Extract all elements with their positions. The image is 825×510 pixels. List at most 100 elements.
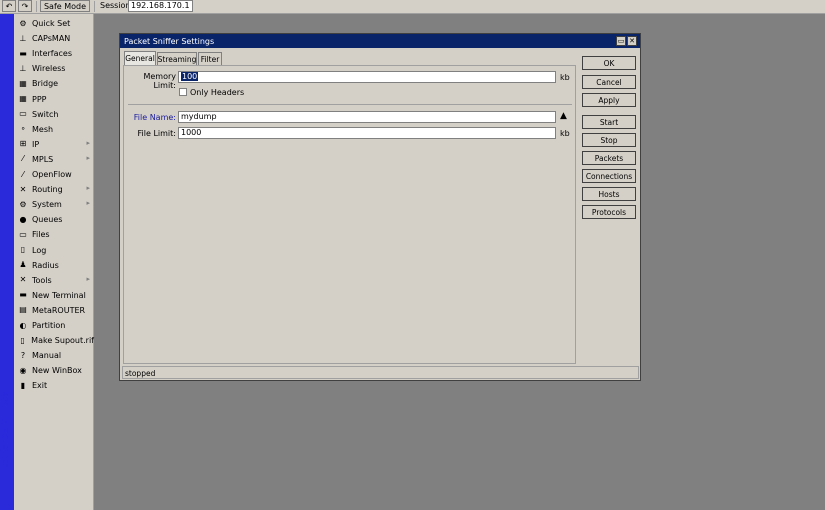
sidebar-item-mesh[interactable]: ∘ Mesh xyxy=(14,122,94,137)
sidebar-item-wireless[interactable]: ⊥ Wireless xyxy=(14,61,94,76)
wireless-icon: ⊥ xyxy=(19,63,27,73)
start-button[interactable]: Start xyxy=(582,115,636,129)
sidebar-item-radius[interactable]: ♟ Radius xyxy=(14,258,94,273)
stripe-text: RouterOS WinBox xyxy=(1,390,11,470)
radius-icon: ♟ xyxy=(19,260,27,270)
sidebar-item-queues[interactable]: ● Queues xyxy=(14,212,94,227)
mesh-icon: ∘ xyxy=(20,124,26,134)
sidebar-item-exit[interactable]: ▮ Exit xyxy=(14,378,94,393)
sidebar-item-mpls[interactable]: ⁄ MPLS ▸ xyxy=(14,152,94,167)
sidebar-item-make-supout-rif[interactable]: ▯ Make Supout.rif xyxy=(14,333,94,348)
sidebar-item-label: CAPsMAN xyxy=(32,34,71,44)
sidebar-item-ip[interactable]: ⊞ IP ▸ xyxy=(14,137,94,152)
supout-icon: ▯ xyxy=(20,335,25,345)
only-headers-checkbox[interactable] xyxy=(179,88,187,96)
submenu-arrow-icon: ▸ xyxy=(86,199,90,208)
sidebar-item-label: New Terminal xyxy=(32,290,86,300)
sidebar-item-label: Make Supout.rif xyxy=(31,336,94,346)
sidebar-item-quick-set[interactable]: ⚙ Quick Set xyxy=(14,16,94,31)
maximize-button[interactable]: ▭ xyxy=(616,36,626,46)
sidebar-item-log[interactable]: ▯ Log xyxy=(14,243,94,258)
close-icon: ✕ xyxy=(629,37,635,45)
only-headers-label: Only Headers xyxy=(190,88,245,97)
sidebar-item-routing[interactable]: ✕ Routing ▸ xyxy=(14,182,94,197)
sidebar-item-label: System xyxy=(32,200,62,210)
sidebar-item-label: Quick Set xyxy=(32,19,71,28)
sidebar-item-manual[interactable]: ? Manual xyxy=(14,348,94,363)
ok-button[interactable]: OK xyxy=(582,56,636,70)
undo-button[interactable]: ↶ xyxy=(2,0,16,12)
file-name-field[interactable]: mydump xyxy=(178,111,556,123)
hosts-button[interactable]: Hosts xyxy=(582,187,636,201)
sidebar-item-interfaces[interactable]: ▬ Interfaces xyxy=(14,46,94,61)
sidebar-item-files[interactable]: ▭ Files xyxy=(14,227,94,242)
sidebar-item-partition[interactable]: ◐ Partition xyxy=(14,318,94,333)
sidebar-item-capsman[interactable]: ⊥ CAPsMAN xyxy=(14,31,94,46)
apply-button[interactable]: Apply xyxy=(582,93,636,107)
collapse-arrow-icon[interactable]: ▲ xyxy=(560,111,567,121)
protocols-button[interactable]: Protocols xyxy=(582,205,636,219)
cancel-button[interactable]: Cancel xyxy=(582,75,636,89)
section-divider xyxy=(128,104,572,105)
memory-limit-field[interactable]: 100 xyxy=(178,71,556,83)
sidebar-item-new-winbox[interactable]: ◉ New WinBox xyxy=(14,363,94,378)
sidebar-item-metarouter[interactable]: ▤ MetaROUTER xyxy=(14,303,94,318)
tab-general[interactable]: General xyxy=(124,51,156,65)
sidebar-item-label: Tools xyxy=(32,275,52,285)
submenu-arrow-icon: ▸ xyxy=(86,274,90,283)
sidebar-item-label: Switch xyxy=(32,109,59,119)
connections-button[interactable]: Connections xyxy=(582,169,636,183)
maximize-icon: ▭ xyxy=(617,37,625,45)
sidebar-item-label: Log xyxy=(32,245,47,255)
toolbar-divider xyxy=(94,1,95,12)
packets-button[interactable]: Packets xyxy=(582,151,636,165)
mpls-icon: ⁄ xyxy=(22,154,24,164)
memory-limit-unit: kb xyxy=(560,73,570,82)
sidebar-item-label: PPP xyxy=(32,94,47,104)
sidebar-item-label: Routing xyxy=(32,185,63,195)
window-titlebar[interactable]: Packet Sniffer Settings ▭ ✕ xyxy=(120,34,640,48)
top-toolbar: ↶ ↷ Safe Mode Session: 192.168.170.1 xyxy=(0,0,825,14)
partition-icon: ◐ xyxy=(19,320,27,330)
sidebar-item-openflow[interactable]: ⁄ OpenFlow xyxy=(14,167,94,182)
sidebar-item-label: Radius xyxy=(32,260,59,270)
sidebar-item-label: MetaROUTER xyxy=(32,305,86,315)
sidebar-item-label: Manual xyxy=(32,351,62,361)
submenu-arrow-icon: ▸ xyxy=(86,184,90,193)
sidebar-item-label: Mesh xyxy=(32,124,54,134)
sidebar-item-bridge[interactable]: ▦ Bridge xyxy=(14,76,94,91)
tab-filter[interactable]: Filter xyxy=(198,52,222,65)
ip-icon: ⊞ xyxy=(19,139,27,149)
status-text: stopped xyxy=(125,369,156,378)
sidebar-item-label: Bridge xyxy=(32,79,59,89)
redo-icon: ↷ xyxy=(21,1,29,11)
ppp-icon: ▦ xyxy=(19,94,27,103)
file-limit-field[interactable]: 1000 xyxy=(178,127,556,139)
sidebar-item-label: OpenFlow xyxy=(32,170,72,179)
memory-limit-label: Memory Limit: xyxy=(143,72,176,90)
sidebar-item-system[interactable]: ⚙ System ▸ xyxy=(14,197,94,212)
close-button[interactable]: ✕ xyxy=(627,36,637,46)
sidebar-item-label: Interfaces xyxy=(32,49,72,59)
sidebar-item-label: IP xyxy=(32,139,40,149)
files-icon: ▭ xyxy=(19,229,27,239)
winbox-side-stripe: RouterOS WinBox xyxy=(0,14,14,510)
sidebar-item-switch[interactable]: ▭ Switch xyxy=(14,107,94,122)
submenu-arrow-icon: ▸ xyxy=(86,153,90,162)
sidebar-item-tools[interactable]: ✕ Tools ▸ xyxy=(14,273,94,288)
session-value[interactable]: 192.168.170.1 xyxy=(128,0,193,12)
packet-sniffer-window: Packet Sniffer Settings ▭ ✕ General Stre… xyxy=(119,33,641,381)
safe-mode-button[interactable]: Safe Mode xyxy=(40,0,90,12)
tab-streaming[interactable]: Streaming xyxy=(157,52,197,65)
sidebar-item-new-terminal[interactable]: ▬ New Terminal xyxy=(14,288,94,303)
quick-set-icon: ⚙ xyxy=(19,18,27,28)
sidebar-item-ppp[interactable]: ▦ PPP xyxy=(14,92,94,107)
redo-button[interactable]: ↷ xyxy=(18,0,32,12)
terminal-icon: ▬ xyxy=(19,290,27,300)
main-menu-sidebar: ⚙ Quick Set ⊥ CAPsMAN ▬ Interfaces ⊥ Wireless ▦ B… xyxy=(14,14,94,510)
queues-icon: ● xyxy=(19,214,27,224)
switch-icon: ▭ xyxy=(19,109,27,119)
stop-button[interactable]: Stop xyxy=(582,133,636,147)
sidebar-item-label: Partition xyxy=(32,321,66,330)
submenu-arrow-icon: ▸ xyxy=(86,138,90,147)
